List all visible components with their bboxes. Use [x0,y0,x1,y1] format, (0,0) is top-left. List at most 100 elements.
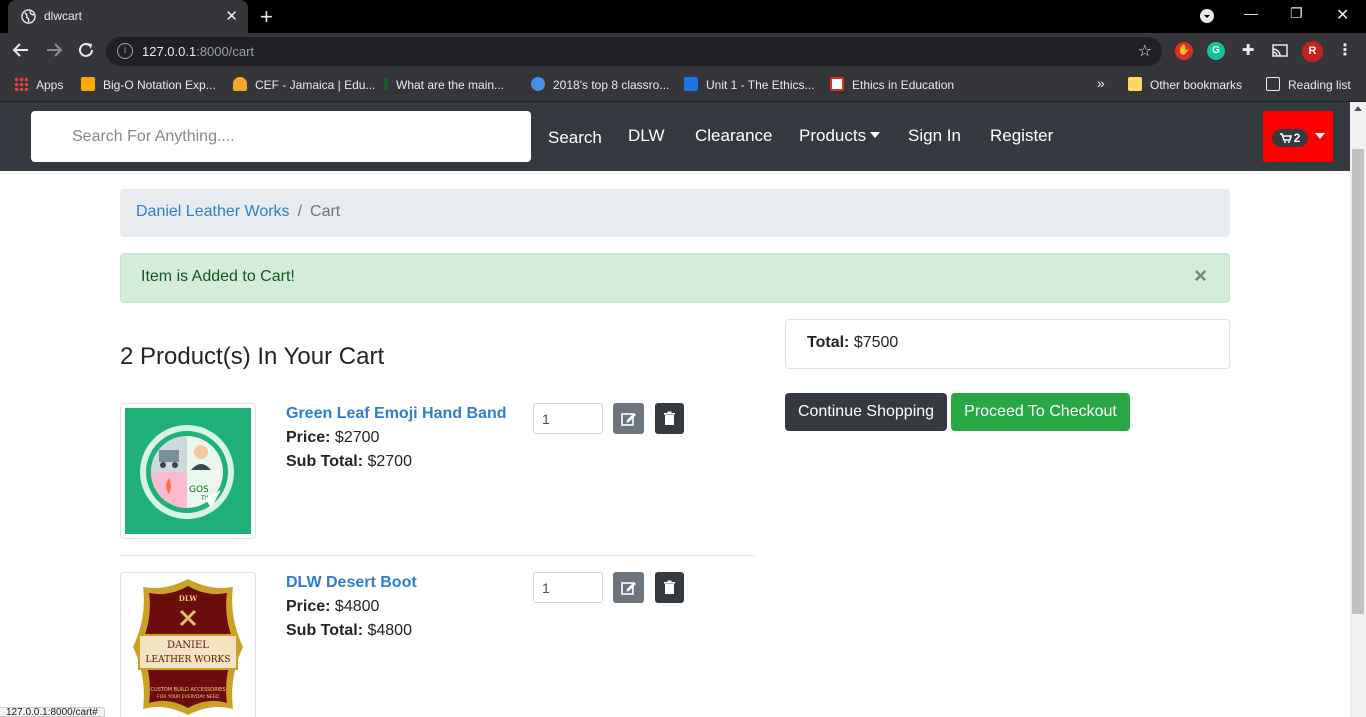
breadcrumb-home-link[interactable]: Daniel Leather Works [136,203,290,220]
breadcrumb-separator: / [297,203,303,220]
bigo-favicon-icon [81,77,95,91]
update-quantity-button[interactable] [613,572,644,603]
browser-menu-icon[interactable]: ⋮ [1336,42,1354,60]
minimize-icon[interactable]: — [1244,5,1258,21]
scrollbar-thumb[interactable] [1352,149,1364,614]
product-name-link[interactable]: DLW Desert Boot [286,574,417,592]
subtotal-label: Sub Total: [286,622,364,639]
bookmark-item[interactable]: Big-O Notation Exp... [81,77,216,92]
site-navbar: Search DLW Clearance Products Sign In Re… [0,102,1350,171]
extensions-puzzle-icon[interactable]: ✚ [1239,42,1257,60]
classroom-favicon-icon [531,77,545,91]
bookmark-label: Ethics in Education [852,78,955,92]
register-link[interactable]: Register [990,126,1053,146]
logo-text: DANIEL [167,640,209,651]
signin-link[interactable]: Sign In [908,126,961,146]
bookmark-star-icon[interactable]: ☆ [1138,41,1152,61]
price-value: $4800 [334,598,380,615]
browser-toolbar: i 127.0.0.1:8000/cart ☆ ✋ G ✚ R ⋮ [0,33,1366,70]
profile-avatar[interactable]: R [1302,41,1323,62]
restore-icon[interactable]: ❐ [1290,5,1303,22]
svg-text:GOS: GOS [189,485,209,495]
reload-icon[interactable] [77,41,95,64]
proceed-to-checkout-button[interactable]: Proceed To Checkout [951,393,1130,431]
subtotal-label: Sub Total: [286,453,364,470]
grammarly-icon[interactable]: G [1207,42,1225,60]
url-host: 127.0.0.1 [142,44,197,59]
dlw-link[interactable]: DLW [628,126,665,146]
bookmark-item[interactable]: What are the main... [384,77,504,92]
folder-icon [1128,77,1142,91]
bookmark-label: Big-O Notation Exp... [103,78,216,92]
caret-down-icon [1315,133,1325,139]
bookmarks-bar: Apps Big-O Notation Exp... CEF - Jamaica… [0,70,1366,102]
ethics-favicon-icon [830,77,844,91]
edit-icon [621,582,636,595]
trash-icon [664,580,675,594]
cart-heading: 2 Product(s) In Your Cart [120,343,385,370]
continue-shopping-button[interactable]: Continue Shopping [785,393,947,431]
search-input[interactable] [31,111,531,162]
shopping-cart-icon [1279,133,1292,143]
remove-item-button[interactable] [655,572,684,603]
product-subtotal: Sub Total: $4800 [286,622,412,640]
page-favicon-icon [384,77,388,91]
bookmark-label: 2018's top 8 classro... [553,78,670,92]
status-bar-url: 127.0.0.1:8000/cart# [0,707,105,717]
alert-close-icon[interactable]: × [1194,265,1207,287]
forward-arrow-icon[interactable] [45,41,63,64]
bookmark-item[interactable]: Ethics in Education [830,77,954,92]
bookmarks-overflow-icon[interactable]: » [1097,75,1105,91]
product-image-frame[interactable]: DLW DANIEL LEATHER WORKS CUSTOM BUILD AC… [120,572,256,717]
apps-bookmark[interactable]: Apps [14,77,63,92]
product-name-link[interactable]: Green Leaf Emoji Hand Band [286,405,506,423]
update-quantity-button[interactable] [613,403,644,434]
extension-stop-icon[interactable]: ✋ [1175,42,1193,60]
cart-dropdown-button[interactable]: 2 [1263,111,1333,162]
search-link[interactable]: Search [548,128,602,148]
window-close-icon[interactable]: ✕ [1336,5,1349,25]
product-image-frame[interactable]: GOS TIME [120,403,256,539]
bookmark-item[interactable]: Unit 1 - The Ethics... [684,77,815,92]
bookmark-item[interactable]: 2018's top 8 classro... [531,77,669,92]
subtotal-value: $4800 [367,622,412,639]
back-arrow-icon[interactable] [12,41,30,64]
address-bar[interactable]: i 127.0.0.1:8000/cart ☆ [106,37,1162,66]
green-leaf-emoji-image: GOS TIME [125,408,251,534]
price-label: Price: [286,598,331,615]
tab-close-icon[interactable]: ✕ [225,7,238,25]
apps-label: Apps [36,78,64,92]
quantity-input[interactable] [533,572,603,603]
tab-search-icon[interactable] [1199,8,1215,27]
remove-item-button[interactable] [655,403,684,434]
browser-tab[interactable]: dlwcart ✕ [8,0,248,33]
bookmark-label: CEF - Jamaica | Edu... [255,78,376,92]
apps-grid-icon [14,77,28,91]
edit-icon [621,413,636,426]
globe-icon [21,9,36,24]
cast-icon[interactable] [1271,42,1289,60]
logo-text: LEATHER WORKS [146,655,231,665]
other-bookmarks[interactable]: Other bookmarks [1128,77,1242,92]
product-price: Price: $2700 [286,429,379,447]
clearance-link[interactable]: Clearance [695,126,773,146]
reading-list[interactable]: Reading list [1266,77,1351,92]
url-text: 127.0.0.1:8000/cart [142,44,254,59]
graduation-cap-icon [684,77,698,91]
bookmark-label: Unit 1 - The Ethics... [706,78,815,92]
scroll-up-arrow-icon[interactable] [1354,106,1362,111]
price-value: $2700 [334,429,380,446]
site-info-icon[interactable]: i [117,43,133,59]
cart-count: 2 [1293,131,1301,145]
logo-text: CUSTOM BUILD ACCESSORIES [150,687,225,693]
page-scrollbar[interactable] [1350,102,1366,717]
bookmark-item[interactable]: CEF - Jamaica | Edu... [233,77,376,92]
subtotal-value: $2700 [367,453,412,470]
other-bookmarks-label: Other bookmarks [1150,78,1243,92]
breadcrumb: Daniel Leather Works / Cart [120,189,1230,237]
products-dropdown[interactable]: Products [799,126,881,146]
url-path: :8000/cart [196,44,255,59]
price-label: Price: [286,429,331,446]
new-tab-button[interactable]: + [260,4,273,30]
quantity-input[interactable] [533,403,603,434]
